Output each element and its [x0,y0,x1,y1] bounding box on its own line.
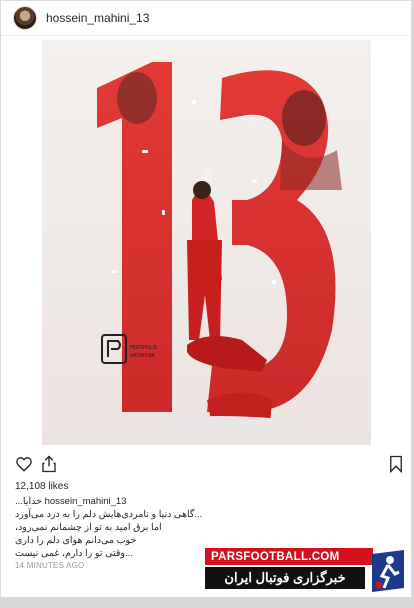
caption-line-4: خوب می‌دانم هوای دلم را داری [15,535,137,546]
caption-line-5: ...وقتی تو را دارم، غمی نیست [15,548,133,559]
artwork-illustration: PERSPOLIS ARTWORK [42,40,371,445]
avatar[interactable] [13,6,37,30]
parsfootball-watermark: PARSFOOTBALL.COM خبرگزاری فوتبال ایران [205,548,410,598]
logo-text-1: PERSPOLIS [130,345,157,351]
post-header: hossein_mahini_13 [1,1,411,36]
bookmark-icon[interactable] [389,455,403,473]
caption-username[interactable]: hossein_mahini_13 [45,496,127,507]
watermark-tagline: خبرگزاری فوتبال ایران [205,567,365,589]
post-image[interactable]: PERSPOLIS ARTWORK [42,40,371,445]
share-icon[interactable] [41,455,57,473]
caption: hossein_mahini_13 خدایا... ...گاهی دنیا … [15,495,205,560]
heart-icon[interactable] [15,455,33,473]
caption-line-3: اما برق امید به تو از چشمانم نمی‌رود، [15,522,162,533]
likes-count[interactable]: 12,108 likes [15,481,68,492]
logo-text-2: ARTWORK [130,353,156,359]
caption-line-1: hossein_mahini_13 خدایا... [15,496,127,507]
instagram-post: hossein_mahini_13 PERSPOLIS ARTWORK 12,1… [0,0,412,598]
football-player-logo-icon [372,550,404,592]
watermark-site: PARSFOOTBALL.COM [205,548,373,565]
action-bar [1,455,411,477]
caption-line-2: ...گاهی دنیا و نامردی‌هایش دلم را به درد… [15,509,203,520]
username[interactable]: hossein_mahini_13 [46,11,149,25]
post-timestamp: 14 MINUTES AGO [15,561,85,570]
